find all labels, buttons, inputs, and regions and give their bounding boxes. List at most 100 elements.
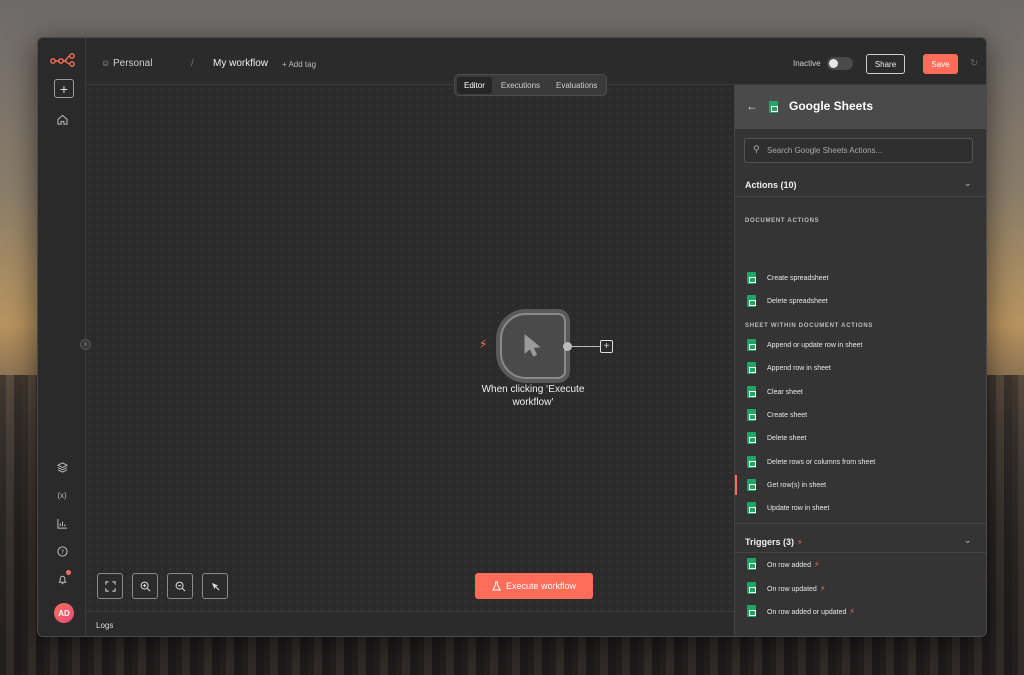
google-sheets-icon (747, 339, 756, 351)
action-delete-sheet[interactable]: Delete sheet (735, 428, 986, 448)
action-append-row[interactable]: Append row in sheet (735, 358, 986, 378)
trigger-label: On row added (767, 561, 811, 569)
action-label: Append or update row in sheet (767, 341, 863, 349)
back-arrow-icon[interactable]: ← (746, 99, 758, 113)
google-sheets-icon (747, 272, 756, 284)
trigger-label: On row updated (767, 585, 817, 593)
action-update-row[interactable]: Update row in sheet (735, 498, 986, 518)
trigger-on-row-added[interactable]: On row added ⚡︎ (735, 554, 986, 574)
n8n-logo-icon[interactable] (50, 52, 76, 68)
tab-evaluations[interactable]: Evaluations (549, 77, 604, 94)
breadcrumb-project[interactable]: ☺ Personal (101, 58, 152, 69)
google-sheets-icon (747, 362, 756, 374)
group-label-document-actions: DOCUMENT ACTIONS (745, 218, 820, 224)
trigger-bolt-icon: ⚡︎ (797, 538, 803, 547)
trigger-bolt-icon: ⚡︎ (813, 559, 820, 569)
templates-icon[interactable] (52, 457, 72, 477)
expand-sidebar-chevron-icon[interactable]: › (80, 339, 91, 350)
chevron-down-icon[interactable]: ⌄ (964, 178, 972, 189)
action-create-spreadsheet[interactable]: Create spreadsheet (735, 268, 986, 288)
save-button[interactable]: Save (923, 54, 958, 74)
help-icon[interactable]: ? (52, 541, 72, 561)
status-label: Inactive (793, 59, 821, 68)
add-button[interactable]: + (54, 79, 74, 98)
action-label: Delete rows or columns from sheet (767, 458, 876, 466)
trigger-bolt-icon: ⚡︎ (849, 606, 856, 616)
google-sheets-icon (747, 558, 756, 570)
zoom-to-fit-icon[interactable] (97, 573, 123, 599)
project-label: Personal (112, 58, 153, 69)
insights-icon[interactable] (52, 513, 72, 533)
google-sheets-icon (747, 456, 756, 468)
action-label: Create sheet (767, 411, 808, 419)
user-icon: ☺ (101, 58, 111, 68)
manual-trigger-node[interactable] (500, 313, 566, 379)
add-node-plus-icon[interactable]: + (600, 340, 613, 353)
workflow-canvas[interactable]: ⚡︎ + When clicking ‘Execute workflow’ Ex… (86, 85, 734, 611)
user-avatar[interactable]: AD (54, 603, 74, 623)
action-label: Delete spreadsheet (767, 297, 828, 305)
action-create-sheet[interactable]: Create sheet (735, 405, 986, 425)
google-sheets-icon (747, 432, 756, 444)
action-label: Get row(s) in sheet (767, 481, 827, 489)
zoom-in-icon[interactable] (132, 573, 158, 599)
action-get-rows[interactable]: Get row(s) in sheet (735, 475, 986, 495)
divider (735, 523, 986, 524)
add-tag-link[interactable]: + Add tag (282, 60, 316, 69)
chevron-down-icon[interactable]: ⌄ (964, 535, 972, 546)
search-input[interactable] (767, 143, 967, 158)
action-label: Clear sheet (767, 388, 803, 396)
svg-text:?: ? (60, 547, 63, 555)
google-sheets-icon (747, 409, 756, 421)
execute-workflow-label: Execute workflow (505, 581, 577, 591)
panel-title: Google Sheets (789, 99, 874, 113)
logs-bar[interactable]: Logs (86, 611, 734, 636)
trigger-on-row-added-or-updated[interactable]: On row added or updated ⚡︎ (735, 601, 986, 621)
workflow-name[interactable]: My workflow (213, 58, 268, 69)
divider (735, 552, 986, 553)
action-clear-sheet[interactable]: Clear sheet (735, 382, 986, 402)
action-append-or-update-row[interactable]: Append or update row in sheet (735, 335, 986, 355)
action-label: Delete sheet (767, 434, 807, 442)
left-sidebar: + (x) ? AD (38, 38, 86, 636)
google-sheets-icon (747, 295, 756, 307)
breadcrumb-separator: / (191, 58, 194, 69)
notifications-bell-icon[interactable] (52, 569, 72, 589)
node-creator-panel: ← Google Sheets ⚲ Actions (10) ⌄ DOCUMEN… (734, 85, 986, 636)
connection-line (568, 346, 600, 347)
logs-label: Logs (96, 621, 114, 630)
divider (735, 196, 986, 197)
google-sheets-icon (747, 502, 756, 514)
google-sheets-icon (747, 582, 756, 594)
home-icon[interactable] (52, 109, 72, 129)
actions-section-title[interactable]: Actions (10) (745, 180, 797, 190)
tab-executions[interactable]: Executions (494, 77, 547, 94)
trigger-bolt-icon: ⚡︎ (819, 583, 826, 593)
trigger-bolt-icon: ⚡︎ (479, 337, 488, 351)
triggers-section-title[interactable]: Triggers (3) ⚡︎ (745, 537, 803, 547)
panel-header: ← Google Sheets (735, 85, 986, 129)
flask-icon (492, 581, 501, 591)
action-label: Append row in sheet (767, 364, 831, 372)
cursor-icon (524, 334, 540, 357)
tab-editor[interactable]: Editor (457, 76, 492, 94)
history-icon[interactable]: ↻ (970, 58, 978, 69)
trigger-on-row-updated[interactable]: On row updated ⚡︎ (735, 578, 986, 598)
output-handle[interactable] (563, 342, 572, 351)
action-delete-rows-columns[interactable]: Delete rows or columns from sheet (735, 452, 986, 472)
action-delete-spreadsheet[interactable]: Delete spreadsheet (735, 291, 986, 311)
execute-workflow-button[interactable]: Execute workflow (475, 573, 593, 599)
share-button[interactable]: Share (866, 54, 905, 74)
action-label: Update row in sheet (767, 504, 830, 512)
notification-dot (66, 570, 71, 575)
action-label: Create spreadsheet (767, 274, 829, 282)
node-label: When clicking ‘Execute workflow’ (481, 384, 585, 408)
google-sheets-icon (747, 605, 756, 617)
google-sheets-icon (769, 101, 778, 113)
google-sheets-icon (747, 386, 756, 398)
zoom-out-icon[interactable] (167, 573, 193, 599)
tidy-up-broom-icon[interactable] (202, 573, 228, 599)
active-toggle[interactable] (827, 57, 853, 70)
google-sheets-icon (747, 479, 756, 491)
variables-icon[interactable]: (x) (52, 485, 72, 505)
